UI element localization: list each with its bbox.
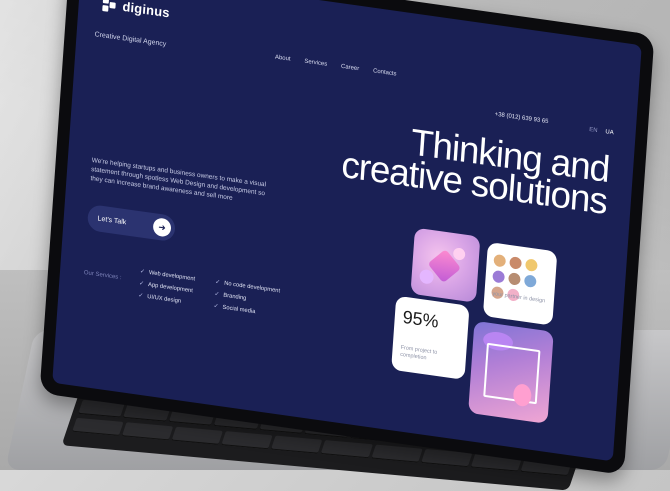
abstract-3d-card — [410, 227, 481, 303]
arrow-right-icon: ➜ — [152, 217, 172, 238]
key — [271, 435, 323, 454]
services-title: Our Services : — [83, 269, 122, 282]
key — [72, 417, 124, 436]
brand-name: diginus — [122, 0, 171, 21]
key — [221, 431, 274, 450]
service-label: UI/UX design — [147, 293, 182, 305]
frame-3d-card — [468, 320, 554, 424]
language-switcher: EN UA — [589, 127, 614, 136]
key — [370, 444, 423, 463]
diginus-logo-icon — [102, 0, 117, 12]
check-icon: ✓ — [138, 280, 145, 288]
nav-item-services[interactable]: Services — [304, 59, 327, 68]
decor-frame — [483, 342, 541, 405]
avatar — [508, 254, 523, 271]
avatar — [522, 273, 538, 290]
service-label: App development — [147, 281, 193, 294]
phone-number[interactable]: +38 (012) 639 93 65 — [495, 112, 549, 126]
key — [321, 440, 373, 459]
lets-talk-label: Let's Talk — [97, 214, 127, 226]
hero-lead-text: We're helping startups and business owne… — [90, 156, 267, 202]
stat-card: 95% From project to completion — [391, 295, 470, 380]
nav-item-about[interactable]: About — [275, 54, 291, 62]
avatar — [491, 268, 507, 285]
key — [121, 422, 174, 441]
check-icon: ✓ — [213, 303, 219, 311]
lets-talk-button[interactable]: Let's Talk ➜ — [86, 203, 176, 243]
brand-logo[interactable]: diginus — [102, 0, 170, 20]
brand-tagline: Creative Digital Agency — [94, 31, 167, 49]
lang-ua[interactable]: UA — [605, 129, 614, 136]
check-icon: ✓ — [214, 291, 220, 299]
nav-item-contacts[interactable]: Contacts — [373, 68, 397, 77]
decor-shape — [419, 268, 435, 285]
service-label: Web development — [148, 269, 196, 282]
decor-shape — [452, 247, 466, 261]
team-card: your partner in design — [482, 241, 558, 326]
avatar — [507, 270, 522, 287]
services-list: ✓ Web development ✓ No code development ✓ A… — [138, 268, 295, 321]
check-icon: ✓ — [139, 268, 146, 276]
lang-en[interactable]: EN — [589, 127, 598, 134]
avatar — [524, 257, 539, 274]
hero-title: Thinking and creative solutions — [340, 117, 610, 222]
check-icon: ✓ — [215, 279, 221, 287]
check-icon: ✓ — [138, 292, 144, 300]
laptop-lid: diginus Creative Digital Agency About Se… — [39, 0, 655, 476]
main-nav: About Services Career Contacts — [275, 54, 397, 77]
stat-value: 95% — [402, 306, 440, 332]
avatar — [492, 252, 508, 269]
service-label: Branding — [223, 292, 247, 302]
nav-item-career[interactable]: Career — [341, 64, 360, 73]
stat-caption: From project to completion — [399, 344, 438, 362]
service-label: Social media — [222, 304, 256, 315]
website-screen: diginus Creative Digital Agency About Se… — [52, 0, 642, 462]
key — [171, 426, 224, 445]
